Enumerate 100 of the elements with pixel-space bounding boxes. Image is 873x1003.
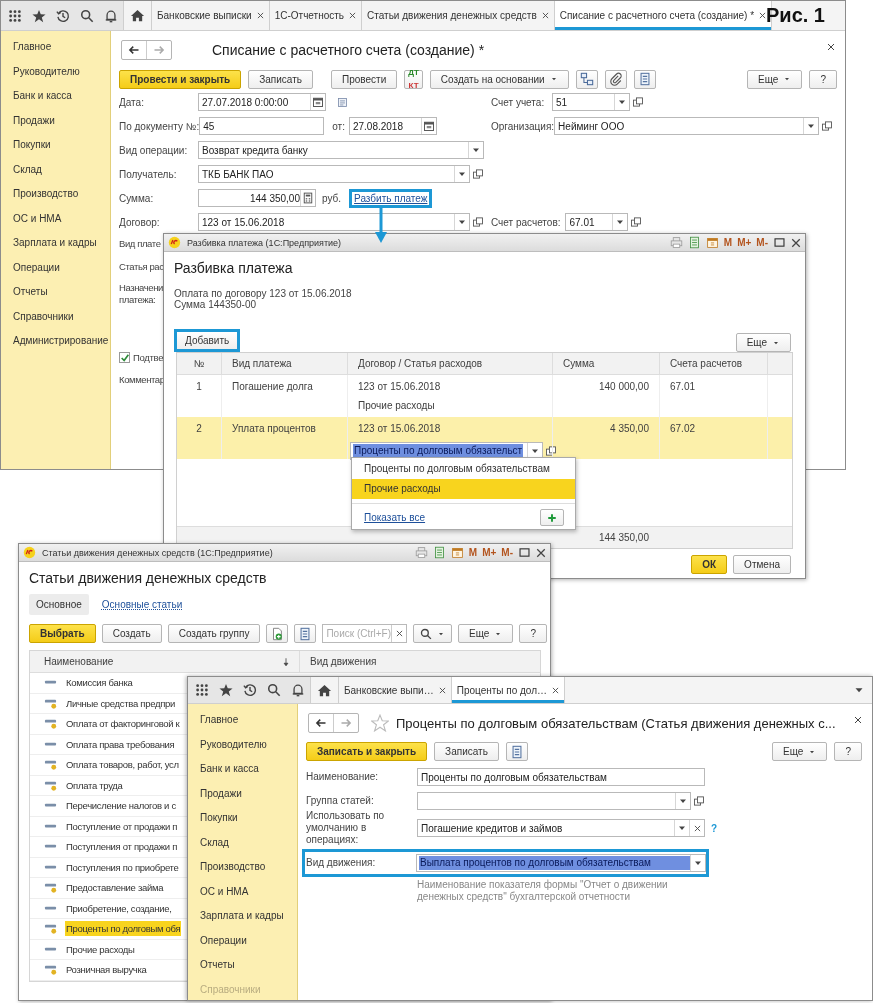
search-icon[interactable] <box>80 8 94 23</box>
list-item[interactable]: Прочие расходы <box>65 941 136 957</box>
calendar-icon[interactable] <box>705 236 719 249</box>
post-button[interactable]: Провести <box>331 69 398 89</box>
cancel-button[interactable]: Отмена <box>733 555 791 574</box>
create-group-button[interactable]: Создать группу <box>167 624 261 643</box>
sidebar-item[interactable]: ОС и НМА <box>188 879 297 904</box>
open-icon[interactable] <box>472 168 484 180</box>
date-field[interactable]: 27.08.2018 <box>348 117 437 135</box>
calendar-icon[interactable] <box>312 96 324 108</box>
sidebar-item[interactable]: Операции <box>1 255 110 280</box>
calendar-icon[interactable] <box>450 546 464 559</box>
sidebar-item[interactable]: Производство <box>1 182 110 207</box>
navigation-buttons[interactable] <box>121 40 172 60</box>
close-icon[interactable] <box>438 686 446 694</box>
menu-item[interactable]: Проценты по долговым обязательствам <box>352 459 575 479</box>
memory-button[interactable]: M <box>468 547 478 558</box>
document-number-field[interactable]: 45 <box>199 117 325 135</box>
close-icon[interactable] <box>827 43 835 51</box>
recipient-field[interactable]: ТКБ БАНК ПАО <box>198 165 470 183</box>
create-button[interactable]: Создать <box>101 624 162 643</box>
back-icon[interactable] <box>128 44 140 56</box>
list-item[interactable]: Поступление от продажи п <box>65 818 179 834</box>
calculator-icon[interactable] <box>302 192 314 204</box>
list-item[interactable]: Комиссия банка <box>65 675 134 691</box>
attach-button[interactable] <box>604 69 627 89</box>
tab[interactable]: 1С-Отчетность <box>269 1 363 30</box>
save-button[interactable]: Записать <box>434 742 499 761</box>
sidebar-item[interactable]: Руководителю <box>1 59 110 84</box>
apps-icon[interactable] <box>8 8 22 23</box>
group-field[interactable] <box>417 792 691 810</box>
sidebar-item[interactable]: Руководителю <box>188 732 297 757</box>
list-item[interactable]: Предоставление займа <box>65 880 165 896</box>
add-button[interactable]: Добавить <box>174 329 241 352</box>
open-icon[interactable] <box>630 216 643 228</box>
star-icon[interactable] <box>32 8 46 23</box>
organization-field[interactable]: Нейминг ООО <box>554 117 820 135</box>
post-close-button[interactable]: Провести и закрыть <box>119 69 242 89</box>
list-item[interactable]: Оплата товаров, работ, усл <box>65 757 180 773</box>
help-button[interactable]: ? <box>519 624 547 643</box>
search-button[interactable] <box>413 624 453 643</box>
save-close-button[interactable]: Записать и закрыть <box>306 742 428 761</box>
list-button[interactable] <box>505 742 528 761</box>
apps-icon[interactable] <box>195 683 209 697</box>
new-document-button[interactable] <box>266 624 289 643</box>
sidebar-item[interactable]: Банк и касса <box>1 84 110 109</box>
sidebar-item[interactable]: Справочники <box>1 304 110 329</box>
calendar-icon[interactable] <box>422 120 435 132</box>
clear-icon[interactable] <box>693 824 701 832</box>
sidebar-item[interactable]: Производство <box>188 855 297 880</box>
date-field[interactable]: 27.07.2018 0:00:00 <box>198 93 326 111</box>
star-icon[interactable] <box>371 714 389 732</box>
more-button[interactable]: Еще <box>458 624 514 643</box>
open-icon[interactable] <box>821 120 834 132</box>
settlement-account-field[interactable]: 67.01 <box>565 213 629 231</box>
history-icon[interactable] <box>243 683 257 697</box>
memory-button[interactable]: M+ <box>737 237 752 248</box>
list-item[interactable]: Личные средства предпри <box>65 695 176 711</box>
home-icon[interactable] <box>317 682 332 698</box>
list-button[interactable] <box>633 69 656 89</box>
memory-button[interactable]: M- <box>501 547 513 558</box>
movement-field[interactable]: Выплата процентов по долговым обязательствам <box>416 854 706 872</box>
maximize-icon[interactable] <box>773 236 786 249</box>
home-icon[interactable] <box>130 8 145 23</box>
close-icon[interactable] <box>256 12 264 19</box>
memory-button[interactable]: M+ <box>482 547 497 558</box>
list-item[interactable]: Розничная выручка <box>65 962 148 978</box>
list-item[interactable]: Приобретение, создание, <box>65 900 173 916</box>
sidebar-item[interactable]: Склад <box>188 830 297 855</box>
sidebar-item[interactable]: Покупки <box>188 806 297 831</box>
show-all-link[interactable]: Показать все <box>364 512 426 523</box>
sidebar-item[interactable]: Банк и касса <box>188 757 297 782</box>
clear-icon[interactable] <box>395 630 403 637</box>
list-item[interactable]: Проценты по долговым обя <box>65 921 182 937</box>
list-item[interactable]: Оплата от факторинговой к <box>65 716 181 732</box>
select-button[interactable]: Выбрать <box>29 624 96 643</box>
help-button[interactable]: ? <box>834 742 862 761</box>
close-icon[interactable] <box>791 237 801 248</box>
list-button[interactable] <box>294 624 317 643</box>
document-icon[interactable] <box>336 95 349 109</box>
history-icon[interactable] <box>56 8 70 23</box>
memory-button[interactable]: M <box>723 237 733 248</box>
more-button[interactable]: Еще <box>747 69 803 89</box>
open-icon[interactable] <box>693 795 705 807</box>
list-item[interactable]: Оплата труда <box>65 777 124 793</box>
table-row[interactable]: 2 Уплата процентов 123 от 15.06.2018 Проценты по долговым обязательст 4 350,00 67.02 <box>177 417 792 459</box>
checkbox[interactable] <box>119 352 130 363</box>
sidebar-item[interactable]: Операции <box>188 928 297 953</box>
sidebar-item[interactable]: Продажи <box>1 108 110 133</box>
sidebar-item[interactable]: Отчеты <box>188 953 297 978</box>
list-item[interactable]: Перечисление налогов и с <box>65 798 177 814</box>
menu-item[interactable]: Прочие расходы <box>352 479 575 499</box>
sidebar-item[interactable]: Склад <box>1 157 110 182</box>
open-icon[interactable] <box>632 96 644 108</box>
bell-icon[interactable] <box>104 8 118 23</box>
sidebar-item[interactable]: ОС и НМА <box>1 206 110 231</box>
back-icon[interactable] <box>315 717 327 729</box>
maximize-icon[interactable] <box>518 546 531 559</box>
more-button[interactable]: Еще <box>735 333 791 352</box>
more-button[interactable]: Еще <box>772 742 828 761</box>
